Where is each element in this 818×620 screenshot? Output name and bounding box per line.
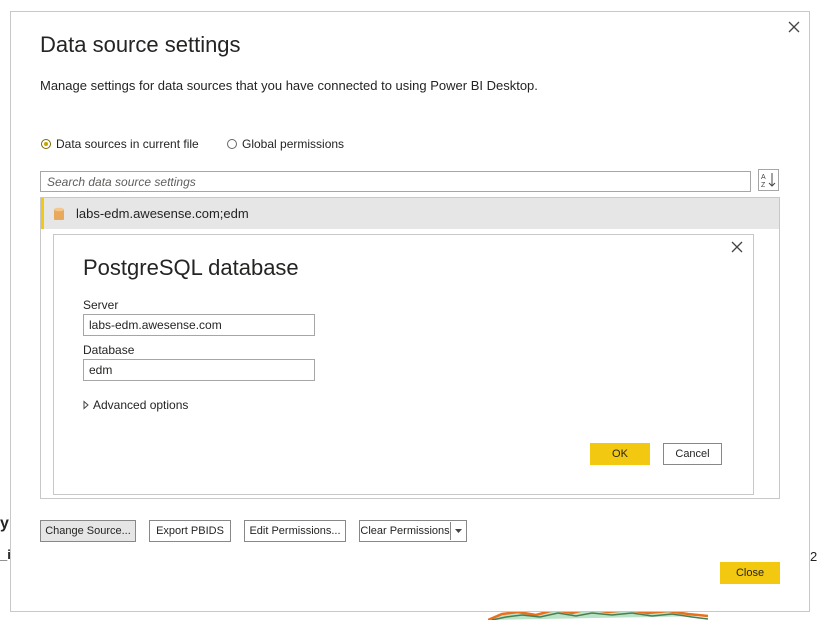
dialog-description: Manage settings for data sources that yo… [40,78,538,93]
dialog-close-button[interactable] [784,17,804,37]
svg-text:A: A [761,174,766,181]
radio-current-file[interactable]: Data sources in current file [41,137,199,151]
server-label: Server [83,298,119,312]
change-source-button[interactable]: Change Source... [40,520,136,542]
database-icon [53,207,65,221]
triangle-right-icon [82,400,90,410]
clear-permissions-button[interactable]: Clear Permissions [359,520,451,542]
background-text-fragment: y [0,515,9,532]
close-icon [788,21,800,33]
sort-button[interactable]: A Z [758,169,779,191]
radio-unselected-icon [227,139,237,149]
list-item[interactable]: labs-edm.awesense.com;edm [41,198,779,229]
close-button[interactable]: Close [720,562,780,584]
radio-label: Global permissions [242,137,345,151]
sort-az-icon: A Z [761,173,776,188]
cancel-button[interactable]: Cancel [663,443,722,465]
postgresql-title: PostgreSQL database [83,255,299,280]
dialog-title: Data source settings [40,32,241,57]
svg-text:Z: Z [761,182,766,188]
server-field[interactable] [83,314,315,336]
split-divider [450,522,451,540]
database-label: Database [83,343,135,357]
edit-permissions-button[interactable]: Edit Permissions... [244,520,346,542]
close-icon [731,241,743,253]
radio-global-permissions[interactable]: Global permissions [227,137,344,151]
radio-selected-icon [41,139,51,149]
database-field[interactable] [83,359,315,381]
advanced-options-label: Advanced options [93,398,189,412]
postgresql-close-button[interactable] [728,238,746,256]
search-input[interactable] [40,171,751,192]
list-item-label: labs-edm.awesense.com;edm [76,206,249,221]
advanced-options-toggle[interactable]: Advanced options [82,398,188,412]
clear-permissions-dropdown[interactable] [450,520,467,542]
ok-button[interactable]: OK [590,443,650,465]
background-text-fragment: 2 [810,549,818,564]
radio-label: Data sources in current file [56,137,199,151]
export-pbids-button[interactable]: Export PBIDS [149,520,231,542]
chevron-down-icon [454,529,462,533]
